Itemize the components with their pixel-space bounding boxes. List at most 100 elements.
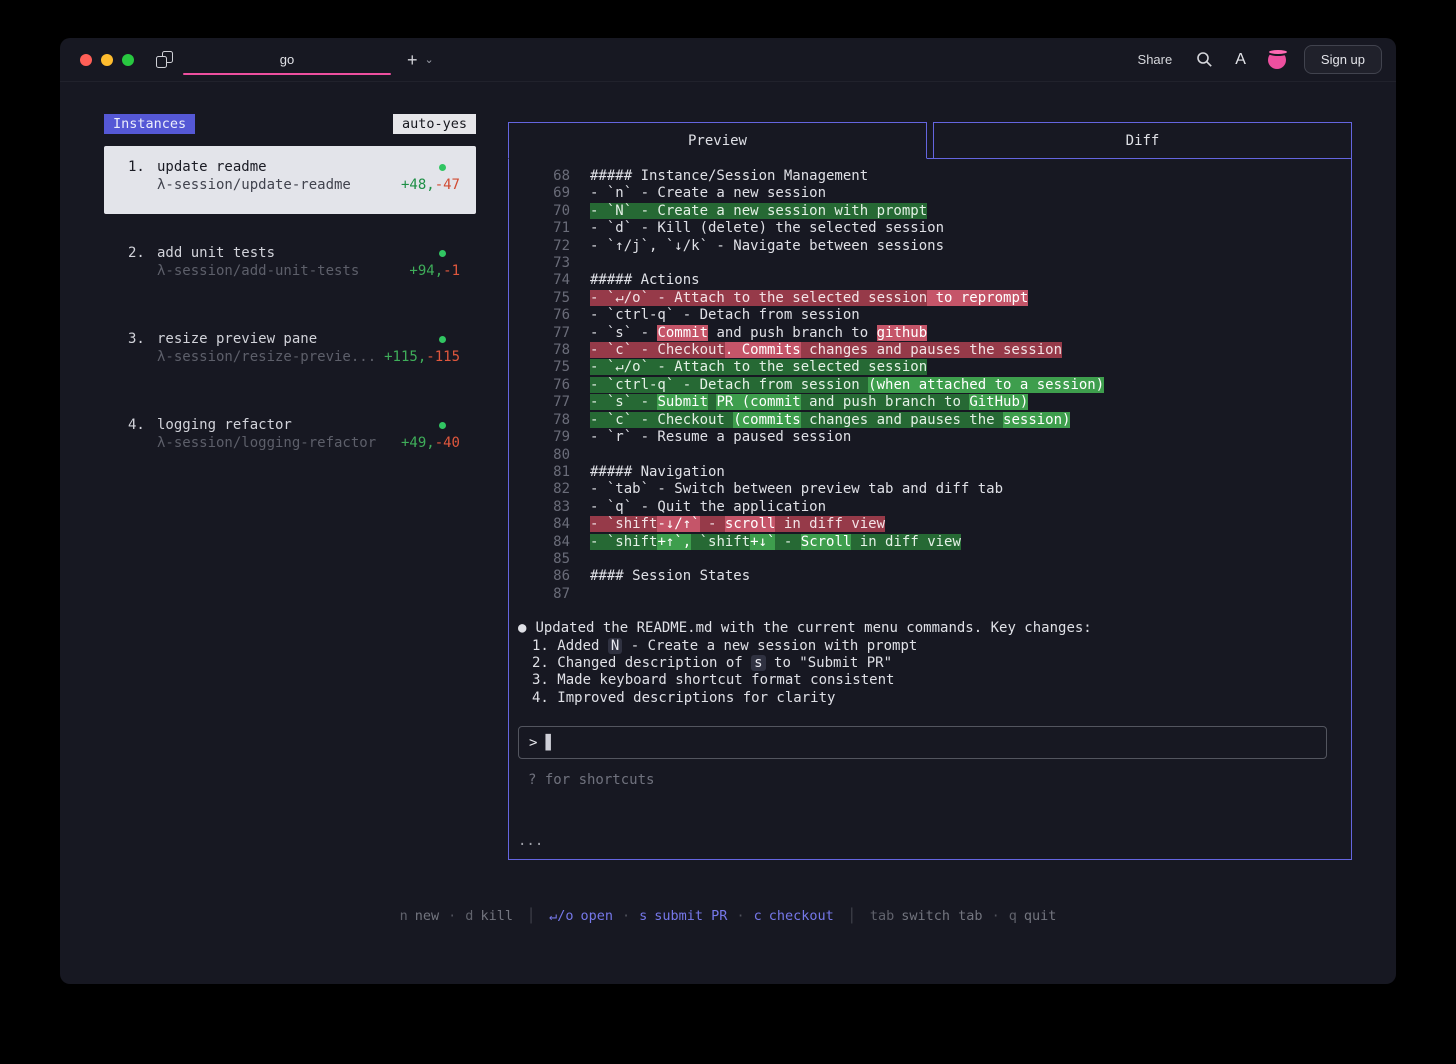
zoom-button[interactable] bbox=[122, 54, 134, 66]
line-text: - `s` - Submit PR (commit and push branc… bbox=[590, 394, 1028, 411]
close-button[interactable] bbox=[80, 54, 92, 66]
instance-index: 4. bbox=[128, 417, 157, 435]
tab-diff[interactable]: Diff bbox=[933, 122, 1352, 159]
share-button[interactable]: Share bbox=[1138, 52, 1173, 67]
diff-line: 82- `tab` - Switch between preview tab a… bbox=[518, 481, 1343, 498]
instance-branch-row: λ-session/add-unit-tests+94,-1 bbox=[128, 263, 460, 281]
statusbar-group-separator: │ bbox=[848, 908, 856, 924]
tab-stack-icon[interactable] bbox=[156, 51, 173, 68]
shortcut-label: quit bbox=[1024, 908, 1057, 924]
additions-count: +115, bbox=[384, 349, 426, 365]
statusbar-item-separator: · bbox=[992, 908, 1000, 924]
line-number: 79 bbox=[518, 429, 570, 446]
diff-line: 74##### Actions bbox=[518, 272, 1343, 289]
deletions-count: -47 bbox=[435, 177, 460, 193]
message-segment: 3. Made keyboard shortcut format consist… bbox=[532, 672, 894, 688]
line-text: - `shift-↓/↑` - scroll in diff view bbox=[590, 516, 885, 533]
terminal-tab[interactable]: go bbox=[181, 38, 393, 81]
line-number: 80 bbox=[518, 447, 570, 464]
new-tab-button[interactable]: + bbox=[407, 51, 418, 69]
line-number: 84 bbox=[518, 516, 570, 533]
instance-title-row: 4.logging refactor bbox=[128, 417, 460, 435]
line-text: - `↑/j`, `↓/k` - Navigate between sessio… bbox=[590, 238, 944, 255]
line-segment: changes and pauses the session bbox=[801, 342, 1062, 358]
line-number: 78 bbox=[518, 342, 570, 359]
line-text: - `s` - Commit and push branch to github bbox=[590, 325, 927, 342]
instance-branch-row: λ-session/resize-previe...+115,-115 bbox=[128, 349, 460, 367]
instance-item[interactable]: 2.add unit testsλ-session/add-unit-tests… bbox=[104, 232, 476, 300]
line-number: 73 bbox=[518, 255, 570, 272]
line-segment: and push branch to bbox=[801, 394, 970, 410]
message-segment: to "Submit PR" bbox=[766, 655, 892, 671]
status-dot bbox=[439, 422, 446, 429]
auto-yes-badge: auto-yes bbox=[393, 114, 476, 134]
line-segment: - `tab` - Switch between preview tab and… bbox=[590, 481, 1003, 497]
instance-name: add unit tests bbox=[157, 245, 275, 261]
shortcuts-hint: ? for shortcuts bbox=[518, 772, 1343, 788]
diff-line: 72- `↑/j`, `↓/k` - Navigate between sess… bbox=[518, 238, 1343, 255]
chevron-down-icon[interactable]: ⌄ bbox=[425, 53, 434, 66]
app-window: go + ⌄ Share A Sign up Instances auto-ye… bbox=[60, 38, 1396, 984]
instance-name: resize preview pane bbox=[157, 331, 317, 347]
minimize-button[interactable] bbox=[101, 54, 113, 66]
instance-index: 3. bbox=[128, 331, 157, 349]
diff-line: 83- `q` - Quit the application bbox=[518, 499, 1343, 516]
line-segment: - `s` - bbox=[590, 394, 657, 410]
line-segment: GitHub) bbox=[969, 394, 1028, 410]
line-segment: ##### Instance/Session Management bbox=[590, 168, 868, 184]
deletions-count: -1 bbox=[443, 263, 460, 279]
instance-diffstat: +49,-40 bbox=[401, 435, 460, 453]
diff-line: 78- `c` - Checkout (commits changes and … bbox=[518, 412, 1343, 429]
prompt-input[interactable]: > ▋ bbox=[518, 726, 1327, 759]
bullet-icon: ● bbox=[518, 620, 526, 637]
line-segment: to reprompt bbox=[927, 290, 1028, 306]
line-number: 77 bbox=[518, 394, 570, 411]
line-segment: in diff view bbox=[851, 534, 961, 550]
tab-preview[interactable]: Preview bbox=[508, 122, 927, 159]
statusbar-item-separator: · bbox=[622, 908, 630, 924]
instance-diffstat: +94,-1 bbox=[409, 263, 460, 281]
line-text: - `c` - Checkout. Commits changes and pa… bbox=[590, 342, 1062, 359]
instance-item[interactable]: 3.resize preview paneλ-session/resize-pr… bbox=[104, 318, 476, 386]
line-text: - `r` - Resume a paused session bbox=[590, 429, 851, 446]
shortcut-key: d bbox=[465, 908, 473, 924]
pane-tabs: Preview Diff bbox=[508, 122, 1352, 159]
message-segment: 4. Improved descriptions for clarity bbox=[532, 690, 835, 706]
diff-line: 75- `↵/o` - Attach to the selected sessi… bbox=[518, 290, 1343, 307]
line-number: 69 bbox=[518, 185, 570, 202]
instance-item[interactable]: 4.logging refactorλ-session/logging-refa… bbox=[104, 404, 476, 472]
line-number: 75 bbox=[518, 359, 570, 376]
message-segment: 2. Changed description of bbox=[532, 655, 751, 671]
shortcut-label: new bbox=[415, 908, 439, 924]
instance-item[interactable]: 1.update readmeλ-session/update-readme+4… bbox=[104, 146, 476, 214]
message-segment: s bbox=[751, 655, 765, 671]
diff-line: 84 - `shift-↓/↑` - scroll in diff view bbox=[518, 516, 1343, 533]
instance-title: 3.resize preview pane bbox=[128, 331, 317, 349]
line-number: 87 bbox=[518, 586, 570, 603]
signup-button[interactable]: Sign up bbox=[1304, 45, 1382, 74]
instance-branch: λ-session/update-readme bbox=[128, 177, 351, 195]
assistant-icon[interactable]: A bbox=[1235, 51, 1246, 69]
deletions-count: -40 bbox=[435, 435, 460, 451]
statusbar-group-separator: │ bbox=[527, 908, 535, 924]
line-number: 86 bbox=[518, 568, 570, 585]
diff-line: 76- `ctrl-q` - Detach from session bbox=[518, 307, 1343, 324]
account-avatar[interactable] bbox=[1268, 51, 1286, 69]
line-number: 70 bbox=[518, 203, 570, 220]
line-segment: and push branch to bbox=[708, 325, 877, 341]
search-icon[interactable] bbox=[1196, 51, 1213, 68]
line-segment: +↓` bbox=[750, 534, 775, 550]
diff-line: 73 bbox=[518, 255, 1343, 272]
line-segment: - `d` - Kill (delete) the selected sessi… bbox=[590, 220, 944, 236]
line-segment: in diff view bbox=[775, 516, 885, 532]
line-text: - `shift+↑`, `shift+↓` - Scroll in diff … bbox=[590, 534, 961, 551]
message-segment: 1. Added bbox=[532, 638, 608, 654]
diff-line: 76- `ctrl-q` - Detach from session (when… bbox=[518, 377, 1343, 394]
line-segment: (commits bbox=[733, 412, 800, 428]
line-segment: Submit bbox=[657, 394, 708, 410]
line-segment: - bbox=[775, 534, 800, 550]
line-number: 76 bbox=[518, 377, 570, 394]
line-number: 68 bbox=[518, 168, 570, 185]
diff-line: 69- `n` - Create a new session bbox=[518, 185, 1343, 202]
message-item: 4. Improved descriptions for clarity bbox=[532, 690, 1343, 707]
